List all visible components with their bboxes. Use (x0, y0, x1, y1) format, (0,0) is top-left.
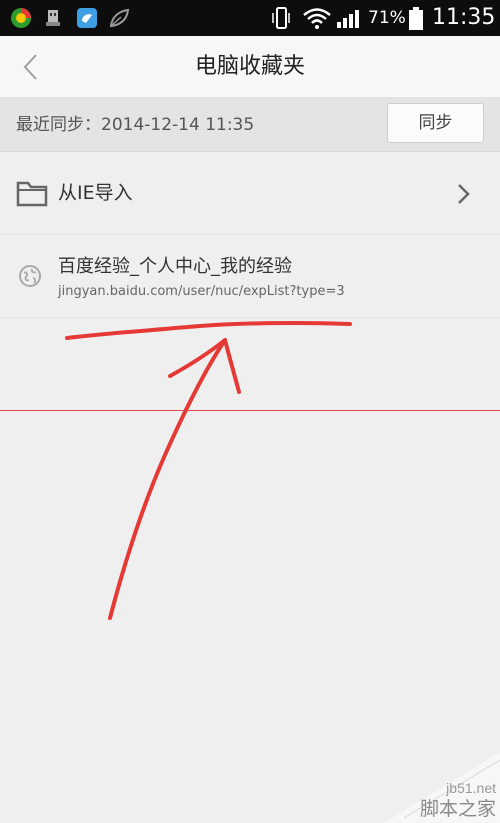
globe-icon (18, 264, 42, 288)
status-clock: 11:35 (432, 5, 496, 30)
sync-button[interactable]: 同步 (387, 103, 484, 143)
list-item[interactable]: 百度经验_个人中心_我的经验 jingyan.baidu.com/user/nu… (0, 236, 500, 318)
battery-icon (407, 7, 425, 30)
bookmark-title: 百度经验_个人中心_我的经验 (58, 256, 292, 277)
bookmark-url: jingyan.baidu.com/user/nuc/expList?type=… (58, 284, 345, 299)
app-360-icon (10, 7, 32, 29)
battery-percent: 71% (368, 8, 406, 28)
leaf-icon (108, 7, 130, 29)
wifi-icon (302, 7, 332, 29)
import-label: 从IE导入 (58, 182, 133, 204)
ie-browser-icon (76, 7, 98, 29)
import-from-ie-row[interactable]: 从IE导入 (0, 153, 500, 235)
watermark-domain: jb51.net (446, 780, 496, 796)
watermark: jb51.net 脚本之家 (384, 752, 500, 823)
watermark-name: 脚本之家 (419, 798, 496, 820)
usb-icon (42, 7, 64, 29)
status-bar: 71% 11:35 (0, 0, 500, 36)
title-bar: 电脑收藏夹 (0, 36, 500, 98)
signal-icon (336, 7, 364, 29)
folder-icon (16, 179, 48, 207)
last-sync-text: 最近同步：2014-12-14 11:35 (16, 115, 255, 135)
red-divider-line (0, 410, 500, 411)
vibrate-icon (270, 7, 292, 29)
chevron-right-icon (454, 181, 474, 207)
sync-bar: 最近同步：2014-12-14 11:35 同步 (0, 98, 500, 152)
page-title: 电脑收藏夹 (194, 54, 305, 79)
